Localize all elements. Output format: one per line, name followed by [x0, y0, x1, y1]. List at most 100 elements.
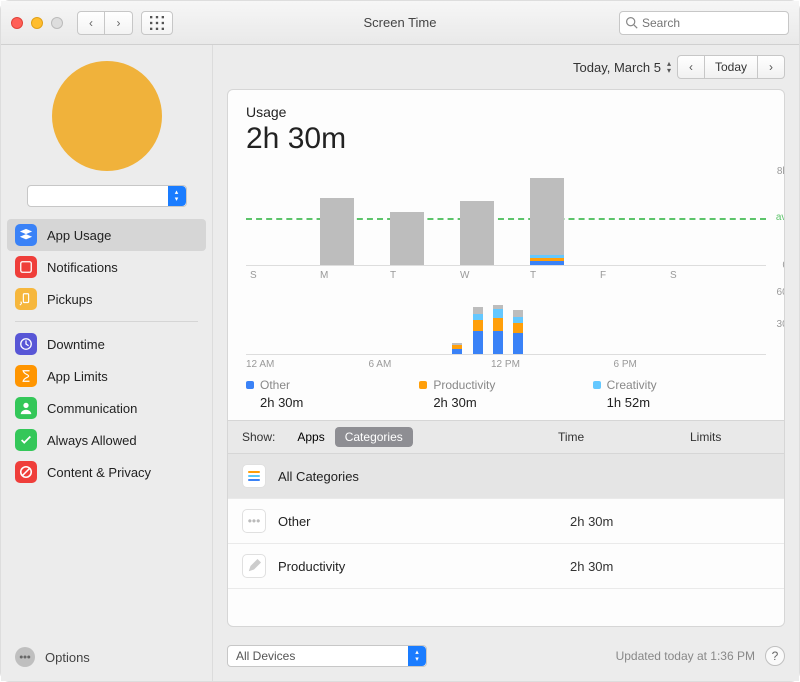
legend-swatch: [593, 381, 601, 389]
minimize-window-button[interactable]: [31, 17, 43, 29]
sidebar-list: App Usage Notifications Pickups Downtime App…: [1, 211, 212, 488]
show-categories-button[interactable]: Categories: [335, 427, 413, 447]
y-avg-label: avg: [776, 212, 785, 223]
pen-icon: [242, 554, 266, 578]
date-label: Today, March 5: [573, 60, 661, 75]
sidebar-item-label: Notifications: [47, 260, 118, 275]
bell-square-icon: [15, 256, 37, 278]
zoom-window-button[interactable]: [51, 17, 63, 29]
sidebar-item-communication[interactable]: Communication: [1, 392, 212, 424]
legend-name: Other: [260, 378, 290, 392]
sidebar: ▴▾ App Usage Notifications Pickups Downtime…: [1, 45, 213, 681]
show-all-prefs-button[interactable]: [141, 11, 173, 35]
y-zero-label: 0: [782, 260, 785, 271]
next-day-button[interactable]: ›: [758, 56, 784, 78]
check-icon: [15, 429, 37, 451]
row-time: 2h 30m: [570, 559, 690, 574]
sidebar-item-label: App Usage: [47, 228, 111, 243]
user-select[interactable]: ▴▾: [27, 185, 187, 207]
nosign-icon: [15, 461, 37, 483]
sidebar-item-pickups[interactable]: Pickups: [1, 283, 212, 315]
y-30m-label: 30m: [777, 319, 785, 330]
pickup-icon: [15, 288, 37, 310]
hourglass-icon: [15, 365, 37, 387]
row-label: All Categories: [278, 469, 570, 484]
help-button[interactable]: ?: [765, 646, 785, 666]
legend: Other2h 30mProductivity2h 30mCreativity1…: [246, 378, 766, 410]
weekday-labels: SMTWTFS: [246, 270, 736, 281]
legend-swatch: [246, 381, 254, 389]
sidebar-item-downtime[interactable]: Downtime: [1, 328, 212, 360]
row-label: Productivity: [278, 559, 570, 574]
sidebar-item-label: Always Allowed: [47, 433, 137, 448]
sidebar-item-notifications[interactable]: Notifications: [1, 251, 212, 283]
options-label: Options: [45, 650, 90, 665]
nav-back-button[interactable]: ‹: [77, 11, 105, 35]
main: Today, March 5 ▴ ▾ ‹ Today › Usage 2h 30…: [213, 45, 799, 681]
category-row-all[interactable]: All Categories: [228, 454, 784, 499]
col-limits-header: Limits: [690, 430, 770, 444]
layers-icon: [15, 224, 37, 246]
legend-name: Productivity: [433, 378, 495, 392]
device-select-label: All Devices: [236, 649, 295, 663]
show-apps-button[interactable]: Apps: [287, 427, 334, 447]
nav-back-forward: ‹ ›: [77, 11, 133, 35]
hourly-usage-chart: 60m 30m 0: [246, 291, 766, 355]
sidebar-item-label: Communication: [47, 401, 137, 416]
legend-value: 2h 30m: [419, 395, 592, 410]
chevron-down-icon: ▾: [667, 67, 671, 74]
legend-swatch: [419, 381, 427, 389]
prev-day-button[interactable]: ‹: [678, 56, 704, 78]
updated-label: Updated today at 1:36 PM: [616, 649, 755, 663]
stack-icon: [242, 464, 266, 488]
usage-panel: Usage 2h 30m 8h avg 0 SMTWTFS 60m 30m 0 …: [227, 89, 785, 627]
sidebar-item-label: Downtime: [47, 337, 105, 352]
hour-labels: 12 AM6 AM12 PM6 PM: [246, 359, 736, 370]
sidebar-item-label: App Limits: [47, 369, 108, 384]
sidebar-item-app-usage[interactable]: App Usage: [7, 219, 206, 251]
legend-value: 2h 30m: [246, 395, 419, 410]
nav-forward-button[interactable]: ›: [105, 11, 133, 35]
sidebar-item-content-privacy[interactable]: Content & Privacy: [1, 456, 212, 488]
stepper-icon: ▴▾: [408, 646, 426, 666]
search-icon: [625, 16, 638, 29]
category-row-other[interactable]: •••Other2h 30m: [228, 499, 784, 544]
category-row-productivity[interactable]: Productivity2h 30m: [228, 544, 784, 589]
date-stepper[interactable]: ▴ ▾: [667, 60, 671, 74]
day-nav: ‹ Today ›: [677, 55, 785, 79]
legend-value: 1h 52m: [593, 395, 766, 410]
y-max-label: 8h: [777, 166, 785, 177]
sidebar-options[interactable]: Options: [1, 637, 212, 681]
y-60m-label: 60m: [777, 287, 785, 298]
footer: All Devices ▴▾ Updated today at 1:36 PM …: [213, 635, 799, 681]
sidebar-item-always-allowed[interactable]: Always Allowed: [1, 424, 212, 456]
legend-item: Creativity1h 52m: [593, 378, 766, 410]
legend-item: Productivity 2h 30m: [419, 378, 592, 410]
device-select[interactable]: All Devices ▴▾: [227, 645, 427, 667]
search-wrap: [619, 11, 789, 35]
options-icon: [15, 647, 35, 667]
person-icon: [15, 397, 37, 419]
usage-total: 2h 30m: [246, 122, 766, 156]
sidebar-item-app-limits[interactable]: App Limits: [1, 360, 212, 392]
usage-title: Usage: [246, 104, 766, 120]
close-window-button[interactable]: [11, 17, 23, 29]
show-label: Show:: [242, 430, 275, 444]
clock-icon: [15, 333, 37, 355]
dots-icon: •••: [242, 509, 266, 533]
today-button[interactable]: Today: [704, 56, 758, 78]
weekly-usage-chart: 8h avg 0: [246, 170, 766, 266]
show-segment: Apps Categories: [287, 427, 412, 447]
legend-item: Other 2h 30m: [246, 378, 419, 410]
row-label: Other: [278, 514, 570, 529]
sidebar-item-label: Pickups: [47, 292, 93, 307]
window-controls: [11, 17, 63, 29]
sidebar-item-label: Content & Privacy: [47, 465, 151, 480]
user-avatar: [52, 61, 162, 171]
category-rows: All Categories ••• Other 2h 30mProductivity…: [228, 454, 784, 626]
col-time-header: Time: [558, 430, 678, 444]
user-section: ▴▾: [1, 45, 212, 211]
titlebar: ‹ › Screen Time: [1, 1, 799, 45]
search-input[interactable]: [619, 11, 789, 35]
sidebar-separator: [15, 321, 198, 322]
